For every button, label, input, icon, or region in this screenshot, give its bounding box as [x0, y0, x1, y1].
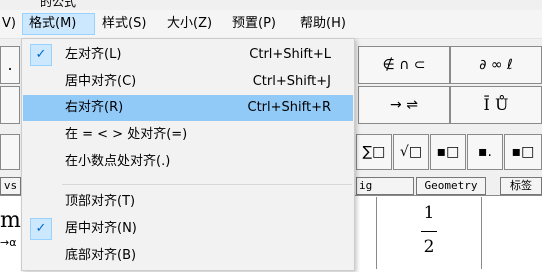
fraction-denominator: 2 — [423, 237, 435, 257]
menu-style[interactable]: 样式(S) — [96, 13, 152, 35]
calculus-symbols-palette-button[interactable]: ∂ ∞ ℓ — [450, 46, 542, 84]
relations-palette-button[interactable]: ∉ ∩ ⊂ — [358, 46, 450, 84]
menu-item-align-bottom[interactable]: 底部对齐(B) — [23, 243, 353, 269]
fraction-template-button[interactable]: 1 2 — [376, 197, 482, 269]
menu-item-label: 右对齐(R) — [65, 100, 124, 115]
menu-item-align-left[interactable]: ✓ 左对齐(L) Ctrl+Shift+L — [23, 42, 353, 68]
menu-item-label: 居中对齐(C) — [65, 74, 137, 89]
subscript-template-button[interactable]: ▪. — [467, 134, 503, 170]
fraction-bar — [421, 231, 437, 232]
palette-left-button-2[interactable] — [0, 86, 20, 124]
menu-item-align-at-decimal[interactable]: 在小数点处对齐(.) — [23, 149, 353, 175]
menu-item-label: 在 = < > 处对齐(=) — [65, 127, 188, 142]
menu-item-align-middle[interactable]: ✓ 居中对齐(N) — [23, 216, 353, 242]
superscript-template-button[interactable]: ▪□ — [430, 134, 466, 170]
radical-template-button[interactable]: √□ — [393, 134, 429, 170]
menu-item-align-at-equals[interactable]: 在 = < > 处对齐(=) — [23, 122, 353, 148]
menu-item-shortcut: Ctrl+Shift+R — [247, 100, 332, 115]
tab-geometry[interactable]: Geometry — [416, 177, 486, 195]
menu-item-shortcut: Ctrl+Shift+J — [252, 74, 331, 89]
checkmark-icon: ✓ — [30, 44, 52, 66]
menu-format[interactable]: 格式(M) — [22, 13, 95, 35]
menu-separator — [62, 184, 352, 185]
menu-bar: V) 格式(M) 样式(S) 大小(Z) 预置(P) 帮助(H) — [0, 10, 542, 39]
menu-help[interactable]: 帮助(H) — [294, 13, 352, 35]
tab-labels[interactable]: 标签 — [500, 177, 542, 195]
embellishments-palette-button[interactable]: Ī Ů — [450, 86, 542, 124]
fraction-numerator: 1 — [423, 203, 435, 223]
checkmark-icon: ✓ — [30, 218, 52, 240]
menu-item-align-right[interactable]: 右对齐(R) Ctrl+Shift+R — [23, 95, 353, 121]
menu-view[interactable]: V) — [0, 13, 22, 35]
summation-template-button[interactable]: ∑□ — [356, 134, 392, 170]
menu-item-label: 在小数点处对齐(.) — [65, 154, 171, 169]
menu-item-align-top[interactable]: 顶部对齐(T) — [23, 189, 353, 215]
menu-size[interactable]: 大小(Z) — [161, 13, 218, 35]
palette-left-button[interactable]: . — [0, 46, 20, 84]
tab-trig[interactable]: ig — [356, 177, 414, 195]
palette-left-button-3[interactable] — [0, 134, 20, 170]
menu-item-label: 底部对齐(B) — [65, 248, 137, 263]
window-title: 的公式 — [40, 0, 77, 9]
menu-item-align-center[interactable]: 居中对齐(C) Ctrl+Shift+J — [23, 69, 353, 95]
format-menu-dropdown: ✓ 左对齐(L) Ctrl+Shift+L 居中对齐(C) Ctrl+Shift… — [21, 38, 355, 271]
arrows-palette-button[interactable]: → ⇌ — [358, 86, 450, 124]
menu-item-shortcut: Ctrl+Shift+L — [249, 47, 331, 62]
menu-preferences[interactable]: 预置(P) — [226, 13, 282, 35]
menu-item-label: 顶部对齐(T) — [65, 194, 136, 209]
document-fragment-sub: →α — [0, 236, 17, 249]
menu-item-label: 居中对齐(N) — [65, 221, 137, 236]
accent-template-button[interactable]: ▪□ — [504, 134, 542, 170]
document-fragment: m — [0, 208, 21, 233]
menu-item-label: 左对齐(L) — [65, 47, 122, 62]
tab-vs[interactable]: vs — [0, 177, 21, 195]
